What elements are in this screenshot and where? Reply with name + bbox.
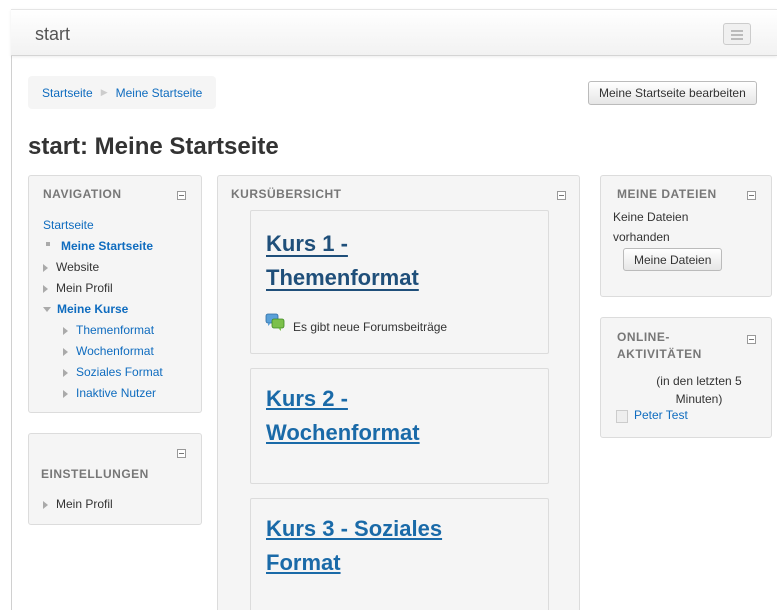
- expand-arrow-icon: [63, 368, 68, 377]
- online-title-line: AKTIVITÄTEN: [617, 347, 702, 361]
- collapse-icon[interactable]: [747, 191, 756, 200]
- course-title-line: Wochenformat: [266, 420, 420, 445]
- online-users-block: ONLINE- AKTIVITÄTEN (in den letzten 5 Mi…: [600, 317, 772, 438]
- nav-link-course[interactable]: Wochenformat: [76, 341, 154, 362]
- edit-page-button[interactable]: Meine Startseite bearbeiten: [588, 81, 757, 105]
- my-files-title: MEINE DATEIEN: [617, 187, 717, 201]
- settings-title: EINSTELLUNGEN: [41, 467, 149, 481]
- nav-label-my-profile: Mein Profil: [56, 281, 113, 295]
- my-files-button[interactable]: Meine Dateien: [623, 248, 723, 271]
- hamburger-icon-bar: [731, 34, 743, 36]
- online-period-line: Minuten): [675, 392, 723, 406]
- course-box: Kurs 1 - Themenformat Es gibt neue Forum…: [250, 210, 549, 354]
- breadcrumb-my-home[interactable]: Meine Startseite: [116, 86, 203, 100]
- menu-toggle-button[interactable]: [723, 23, 751, 45]
- top-navbar: start: [11, 9, 777, 56]
- my-files-block: MEINE DATEIEN Keine Dateien vorhanden Me…: [600, 175, 772, 297]
- course-title-line: Format: [266, 550, 341, 575]
- expand-arrow-icon: [63, 389, 68, 398]
- course-title-line: Themenformat: [266, 265, 419, 290]
- settings-block: EINSTELLUNGEN Mein Profil: [28, 433, 202, 525]
- expand-arrow-icon: [43, 263, 48, 272]
- page-left-border: [11, 9, 12, 610]
- online-user-link[interactable]: Peter Test: [634, 408, 688, 422]
- course-title-line: Kurs 3 - Soziales: [266, 516, 443, 541]
- breadcrumb-separator-icon: ▶: [100, 87, 108, 97]
- nav-item-course: Wochenformat: [43, 341, 163, 362]
- collapse-icon[interactable]: [177, 191, 186, 200]
- course-title-line: Kurs 2 -: [266, 386, 348, 411]
- collapse-arrow-icon: [43, 307, 51, 312]
- online-title-line: ONLINE-: [617, 330, 670, 344]
- course-title-link[interactable]: Kurs 1 - Themenformat: [266, 227, 419, 295]
- nav-item-course: Themenformat: [43, 320, 163, 341]
- course-title-line: Kurs 1 -: [266, 231, 348, 256]
- collapse-icon[interactable]: [557, 191, 566, 200]
- nav-item-my-courses[interactable]: Meine Kurse: [43, 299, 163, 320]
- expand-arrow-icon: [63, 326, 68, 335]
- collapse-icon[interactable]: [747, 335, 756, 344]
- breadcrumb-home[interactable]: Startseite: [42, 86, 93, 100]
- course-box: Kurs 2 - Wochenformat: [250, 368, 549, 484]
- navigation-block: NAVIGATION Startseite Meine Startseite W…: [28, 175, 202, 413]
- hamburger-icon-bar: [731, 30, 743, 32]
- nav-link-my-courses[interactable]: Meine Kurse: [57, 299, 128, 320]
- course-title-link[interactable]: Kurs 2 - Wochenformat: [266, 382, 420, 450]
- navigation-title: NAVIGATION: [43, 187, 122, 201]
- my-files-empty-line: vorhanden: [613, 230, 670, 244]
- nav-link-my-home[interactable]: Meine Startseite: [61, 236, 153, 257]
- course-box: Kurs 3 - Soziales Format: [250, 498, 549, 610]
- nav-link-course[interactable]: Themenformat: [76, 320, 154, 341]
- expand-arrow-icon: [43, 500, 48, 509]
- expand-arrow-icon: [43, 284, 48, 293]
- nav-item-home: Startseite: [43, 215, 163, 236]
- nav-link-course[interactable]: Inaktive Nutzer: [76, 383, 156, 404]
- settings-label-my-profile: Mein Profil: [56, 497, 113, 511]
- settings-tree: Mein Profil: [43, 494, 113, 515]
- site-brand[interactable]: start: [35, 24, 70, 45]
- navigation-tree: Startseite Meine Startseite Website Mein…: [43, 215, 163, 404]
- nav-label-website: Website: [56, 260, 100, 274]
- nav-item-course: Inaktive Nutzer: [43, 383, 163, 404]
- collapse-icon[interactable]: [177, 449, 186, 458]
- forum-notice[interactable]: Es gibt neue Forumsbeiträge: [293, 320, 447, 334]
- expand-arrow-icon: [63, 347, 68, 356]
- nav-link-home[interactable]: Startseite: [43, 215, 94, 236]
- settings-item-my-profile[interactable]: Mein Profil: [43, 494, 113, 515]
- online-period-line: (in den letzten 5: [656, 374, 742, 388]
- nav-item-my-home: Meine Startseite: [43, 236, 163, 257]
- my-files-empty-line: Keine Dateien: [613, 210, 689, 224]
- course-overview-title: KURSÜBERSICHT: [231, 187, 342, 201]
- page-title: start: Meine Startseite: [28, 133, 279, 160]
- online-period: (in den letzten 5 Minuten): [629, 372, 769, 408]
- nav-item-website[interactable]: Website: [43, 257, 163, 278]
- nav-link-course[interactable]: Soziales Format: [76, 362, 163, 383]
- bullet-icon: [46, 241, 50, 246]
- course-title-link[interactable]: Kurs 3 - Soziales Format: [266, 512, 442, 580]
- nav-item-course: Soziales Format: [43, 362, 163, 383]
- forum-posts-icon: [265, 313, 285, 331]
- nav-item-my-profile[interactable]: Mein Profil: [43, 278, 163, 299]
- user-avatar-icon: [616, 410, 628, 423]
- course-overview-block: KURSÜBERSICHT Kurs 1 - Themenformat Es g…: [217, 175, 580, 610]
- hamburger-icon-bar: [731, 38, 743, 40]
- breadcrumb: Startseite ▶ Meine Startseite: [28, 76, 217, 109]
